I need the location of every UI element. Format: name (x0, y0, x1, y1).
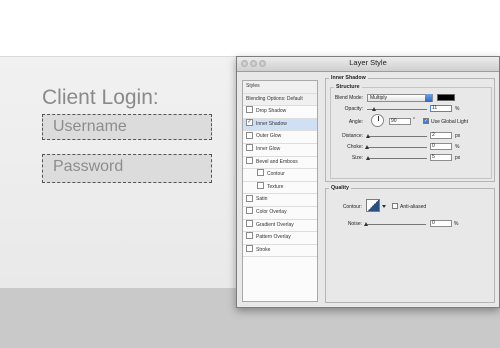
styles-sidebar: Styles Blending Options: Default Drop Sh… (242, 80, 318, 302)
sidebar-item-texture[interactable]: Texture (243, 181, 317, 195)
sidebar-item-label: Inner Glow (256, 145, 281, 152)
inner-glow-checkbox[interactable] (246, 144, 253, 152)
use-global-light-checkbox[interactable]: ✓ (423, 118, 429, 124)
distance-input[interactable]: 2 (430, 132, 452, 139)
sidebar-item-outer-glow[interactable]: Outer Glow (243, 131, 317, 144)
inner-shadow-group: Inner Shadow Structure Blend Mode: Multi… (325, 75, 495, 182)
size-unit: px (455, 155, 461, 161)
blend-mode-value: Multiply (370, 95, 387, 101)
username-field[interactable]: Username (42, 114, 212, 140)
quality-group: Quality Contour: Anti-aliased Noise: 0 % (325, 185, 495, 303)
contour-dropdown-arrow-icon[interactable] (382, 205, 386, 208)
size-input[interactable]: 5 (430, 154, 452, 161)
sidebar-item-pattern-overlay[interactable]: Pattern Overlay (243, 232, 317, 245)
choke-slider-knob[interactable] (365, 145, 369, 149)
sidebar-item-label: Texture (267, 183, 284, 190)
blend-mode-label: Blend Mode: (334, 95, 363, 101)
login-title: Client Login: (42, 86, 159, 109)
layer-style-dialog: Layer Style Styles Blending Options: Def… (236, 56, 500, 308)
distance-slider-knob[interactable] (366, 134, 370, 138)
sidebar-item-label: Color Overlay (256, 208, 287, 215)
opacity-slider-track[interactable] (367, 109, 427, 110)
angle-input[interactable]: 90 (389, 118, 411, 125)
chevron-updown-icon (425, 94, 432, 102)
choke-input[interactable]: 0 (430, 143, 452, 150)
contour-label: Contour: (342, 204, 362, 210)
choke-unit: % (455, 144, 460, 150)
choke-label: Choke: (347, 144, 363, 150)
size-label: Size: (351, 155, 363, 161)
sidebar-item-label: Stroke (256, 246, 271, 253)
choke-slider-track[interactable] (367, 147, 427, 148)
angle-dial[interactable] (371, 114, 384, 127)
sidebar-item-bevel-and-emboss[interactable]: Bevel and Emboss (243, 156, 317, 170)
sidebar-item-inner-shadow[interactable]: ✓ Inner Shadow (243, 118, 317, 132)
satin-checkbox[interactable] (246, 194, 253, 202)
noise-slider-track[interactable] (366, 224, 426, 225)
sidebar-item-label: Outer Glow (256, 133, 282, 140)
opacity-label: Opacity: (344, 106, 363, 112)
sidebar-item-color-overlay[interactable]: Color Overlay (243, 207, 317, 220)
opacity-input[interactable]: 11 (430, 105, 452, 112)
contour-checkbox[interactable] (257, 169, 264, 177)
distance-label: Distance: (342, 133, 363, 139)
angle-label: Angle: (348, 119, 363, 125)
sidebar-header-styles[interactable]: Styles (243, 81, 317, 94)
anti-aliased-checkbox[interactable] (392, 203, 398, 209)
sidebar-item-label: Contour (267, 171, 285, 178)
dialog-titlebar: Layer Style (237, 57, 499, 72)
structure-group: Structure Blend Mode: Multiply Opacity: … (330, 84, 492, 179)
outer-glow-checkbox[interactable] (246, 131, 253, 139)
dialog-title: Layer Style (349, 58, 387, 67)
noise-unit: % (454, 221, 459, 227)
quality-section-title: Quality (329, 185, 351, 191)
contour-preview[interactable] (366, 199, 380, 212)
sidebar-item-label: Pattern Overlay (256, 234, 291, 241)
drop-shadow-checkbox[interactable] (246, 106, 253, 114)
sidebar-item-stroke[interactable]: Stroke (243, 244, 317, 258)
opacity-unit: % (455, 106, 460, 112)
bevel-and-emboss-checkbox[interactable] (246, 156, 253, 164)
noise-input[interactable]: 0 (430, 220, 452, 227)
pattern-overlay-checkbox[interactable] (246, 232, 253, 240)
stroke-checkbox[interactable] (246, 244, 253, 252)
distance-slider-track[interactable] (367, 136, 427, 137)
inner-shadow-section-title: Inner Shadow (329, 75, 368, 81)
password-field[interactable]: Password (42, 154, 212, 183)
sidebar-item-label: Drop Shadow (256, 108, 287, 115)
anti-aliased-label: Anti-aliased (400, 204, 427, 210)
use-global-light-label: Use Global Light (431, 119, 468, 125)
gradient-overlay-checkbox[interactable] (246, 219, 253, 227)
shadow-color-swatch[interactable] (437, 94, 455, 101)
color-overlay-checkbox[interactable] (246, 207, 253, 215)
sidebar-item-inner-glow[interactable]: Inner Glow (243, 144, 317, 157)
noise-slider-knob[interactable] (364, 222, 368, 226)
sidebar-item-label: Gradient Overlay (256, 221, 294, 228)
sidebar-item-label: Inner Shadow (256, 120, 287, 127)
opacity-slider-knob[interactable] (372, 107, 376, 111)
texture-checkbox[interactable] (257, 181, 264, 189)
size-slider-knob[interactable] (366, 156, 370, 160)
inner-shadow-checkbox[interactable]: ✓ (246, 118, 253, 126)
sidebar-item-satin[interactable]: Satin (243, 194, 317, 207)
blend-mode-select[interactable]: Multiply (367, 94, 433, 102)
noise-label: Noise: (347, 221, 362, 227)
angle-unit: ° (413, 117, 415, 123)
sidebar-item-drop-shadow[interactable]: Drop Shadow (243, 106, 317, 119)
sidebar-item-label: Satin (256, 196, 268, 203)
distance-unit: px (455, 133, 461, 139)
size-slider-track[interactable] (367, 158, 427, 159)
sidebar-item-label: Bevel and Emboss (256, 158, 298, 165)
sidebar-item-blending-options[interactable]: Blending Options: Default (243, 93, 317, 107)
sidebar-item-contour[interactable]: Contour (243, 169, 317, 182)
sidebar-item-gradient-overlay[interactable]: Gradient Overlay (243, 219, 317, 233)
structure-title: Structure (334, 84, 362, 90)
